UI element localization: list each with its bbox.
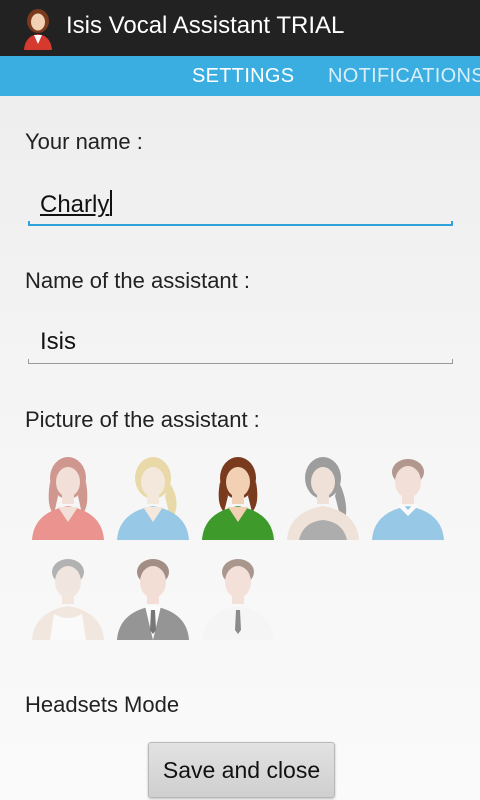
tab-bar: SETTINGS NOTIFICATIONS [0, 56, 480, 96]
your-name-field[interactable]: Charly [28, 186, 453, 226]
save-and-close-button[interactable]: Save and close [148, 742, 335, 798]
man-tank-top-avatar[interactable] [28, 552, 108, 642]
assistant-name-value: Isis [40, 328, 76, 355]
tab-notifications[interactable]: NOTIFICATIONS [328, 65, 480, 88]
app-title: Isis Vocal Assistant TRIAL [66, 12, 345, 39]
tab-settings[interactable]: SETTINGS [192, 65, 294, 88]
text-cursor [110, 190, 113, 216]
assistant-name-field[interactable]: Isis [28, 324, 453, 364]
picture-label: Picture of the assistant : [25, 407, 260, 432]
woman-green-avatar[interactable] [198, 452, 278, 542]
your-name-value: Charly [40, 191, 110, 218]
woman-blonde-avatar[interactable] [113, 452, 193, 542]
man-blue-avatar[interactable] [368, 452, 448, 542]
assistant-woman-icon[interactable] [18, 6, 58, 50]
your-name-label: Your name : [25, 129, 143, 154]
man-white-shirt-avatar[interactable] [198, 552, 278, 642]
woman-dark-avatar[interactable] [283, 452, 363, 542]
assistant-name-label: Name of the assistant : [25, 268, 250, 293]
field-underline [28, 224, 453, 226]
woman-red-avatar[interactable] [28, 452, 108, 542]
field-underline [28, 363, 453, 364]
man-suit-avatar[interactable] [113, 552, 193, 642]
headsets-mode-label[interactable]: Headsets Mode [25, 692, 179, 718]
action-bar: Isis Vocal Assistant TRIAL [0, 0, 480, 56]
